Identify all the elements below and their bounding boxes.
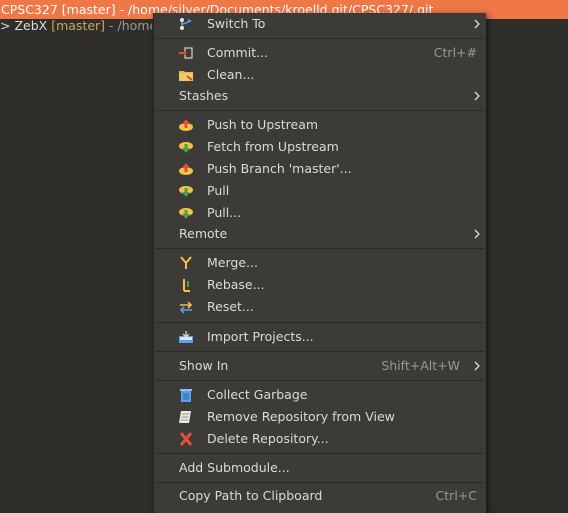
menu-item-push-branch[interactable]: Push Branch 'master'... [154,158,486,180]
clean-icon [179,71,193,81]
menu-item-label: Commit... [207,45,269,60]
remove-repository-icon [179,411,191,423]
repository-path: - /home/s [109,18,152,33]
repository-tree-row[interactable]: > ZebX [master] - /home/s [0,17,152,35]
menu-item-push-to-upstream[interactable]: Push to Upstream [154,114,486,136]
menu-item-switch-to[interactable]: Switch To [154,13,486,35]
chevron-right-icon [474,229,480,239]
menu-accelerator: Ctrl+# [433,45,477,60]
pull-icon [179,208,193,219]
menu-separator [155,322,485,323]
menu-item-label: Stashes [179,88,229,103]
menu-separator [155,482,485,483]
menu-item-delete-repository[interactable]: Delete Repository... [154,428,486,450]
menu-separator [155,248,485,249]
menu-item-label: Rebase... [207,277,265,292]
menu-item-stashes[interactable]: Stashes [154,85,486,107]
pull-icon [179,186,193,197]
menu-item-label: Switch To [207,16,266,31]
menu-item-remove-repository[interactable]: Remove Repository from View [154,406,486,428]
menu-item-collect-garbage[interactable]: Collect Garbage [154,384,486,406]
menu-item-remote[interactable]: Remote [154,223,486,245]
menu-item-merge[interactable]: Merge... [154,252,486,274]
menu-item-pull-dialog[interactable]: Pull... [154,202,486,224]
menu-item-label: Collect Garbage [207,387,308,402]
repository-branch: [master] [51,18,106,33]
menu-accelerator: Shift+Alt+W [381,358,460,373]
menu-item-label: Remove Repository from View [207,409,395,424]
fetch-icon [179,142,193,153]
menu-item-label: Import Projects... [207,329,314,344]
switch-branch-icon [180,18,192,30]
menu-item-add-submodule[interactable]: Add Submodule... [154,457,486,479]
menu-item-copy-path[interactable]: Copy Path to Clipboard Ctrl+C [154,485,486,507]
menu-item-label: Copy Path to Clipboard [179,488,323,503]
menu-item-show-in[interactable]: Show In Shift+Alt+W [154,355,486,377]
push-icon [179,119,193,131]
menu-separator [155,38,485,39]
menu-item-label: Pull [207,183,230,198]
chevron-right-icon [474,361,480,371]
menu-accelerator: Ctrl+C [435,488,477,503]
rebase-icon [183,279,190,292]
repository-name: ZebX [14,18,48,33]
menu-item-label: Push Branch 'master'... [207,161,352,176]
menu-item-label: Reset... [207,299,254,314]
chevron-right-icon [474,19,480,29]
menu-item-import-projects[interactable]: Import Projects... [154,326,486,348]
tree-expand-arrow[interactable]: > [0,18,10,33]
menu-item-fetch-from-upstream[interactable]: Fetch from Upstream [154,136,486,158]
import-projects-icon [179,331,193,343]
menu-item-label: Delete Repository... [207,431,329,446]
menu-separator [155,110,485,111]
commit-icon [179,47,193,59]
menu-item-label: Clean... [207,67,255,82]
chevron-right-icon [474,91,480,101]
menu-item-label: Push to Upstream [207,117,319,132]
push-icon [179,163,193,175]
menu-item-label: Pull... [207,205,242,220]
menu-separator [155,351,485,352]
menu-item-label: Remote [179,226,228,241]
merge-icon [180,256,192,269]
delete-x-icon [179,432,193,446]
menu-item-pull[interactable]: Pull [154,180,486,202]
menu-item-clean[interactable]: Clean... [154,64,486,86]
reset-icon [179,301,193,314]
menu-item-label: Merge... [207,255,258,270]
garbage-can-icon [180,389,192,402]
menu-separator [155,453,485,454]
menu-item-rebase[interactable]: Rebase... [154,274,486,296]
menu-item-reset[interactable]: Reset... [154,296,486,318]
menu-item-label: Add Submodule... [179,460,290,475]
menu-item-label: Show In [179,358,229,373]
context-menu: Switch To Commit... Ctrl+# Clean... Stas… [153,13,486,513]
menu-item-label: Fetch from Upstream [207,139,339,154]
menu-separator [155,380,485,381]
menu-item-commit[interactable]: Commit... Ctrl+# [154,42,486,64]
